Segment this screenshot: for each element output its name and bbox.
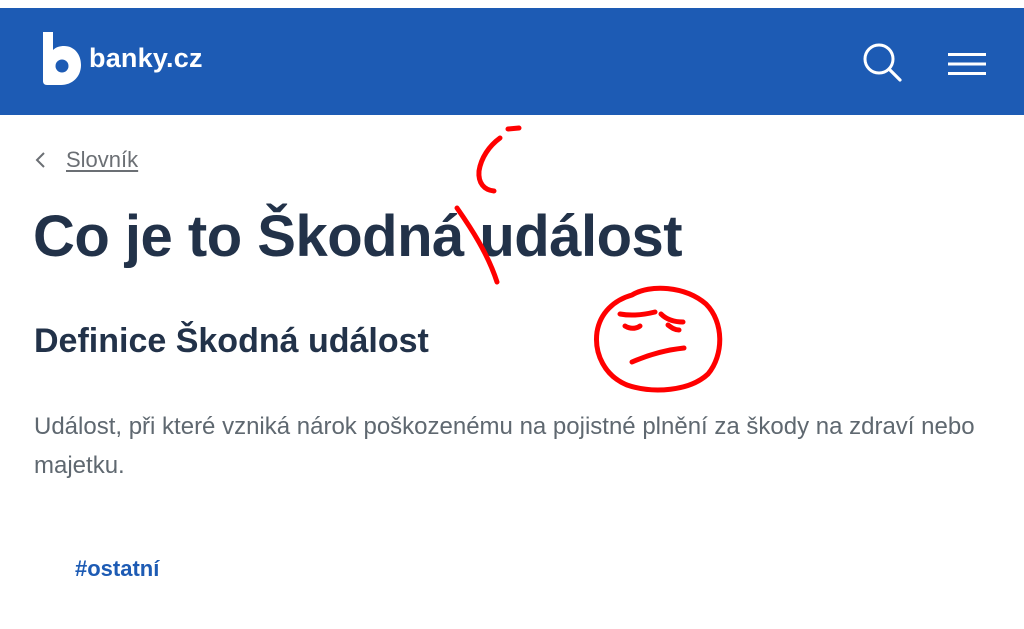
logo-text: banky.cz bbox=[89, 42, 203, 73]
section-heading: Definice Škodná událost bbox=[34, 322, 429, 360]
menu-button[interactable] bbox=[944, 44, 990, 84]
definition-text: Událost, při které vzniká nárok poškozen… bbox=[34, 413, 975, 479]
angry-face-doodle bbox=[594, 285, 723, 393]
tag-link[interactable]: #ostatní bbox=[75, 556, 159, 582]
search-button[interactable] bbox=[858, 39, 906, 87]
site-header: banky.cz bbox=[0, 8, 1024, 115]
breadcrumb: Slovník bbox=[34, 145, 138, 175]
page: banky.cz Slovník Co je to Škodná událost… bbox=[0, 0, 1024, 629]
search-icon bbox=[863, 43, 902, 82]
logo-link[interactable]: banky.cz bbox=[39, 30, 203, 86]
banky-logo-icon bbox=[43, 32, 81, 85]
top-strip bbox=[0, 0, 1024, 8]
hamburger-menu-icon bbox=[948, 53, 986, 75]
breadcrumb-link-slovnik[interactable]: Slovník bbox=[66, 147, 138, 173]
page-title: Co je to Škodná událost bbox=[33, 204, 683, 269]
chevron-left-icon[interactable] bbox=[34, 151, 48, 169]
